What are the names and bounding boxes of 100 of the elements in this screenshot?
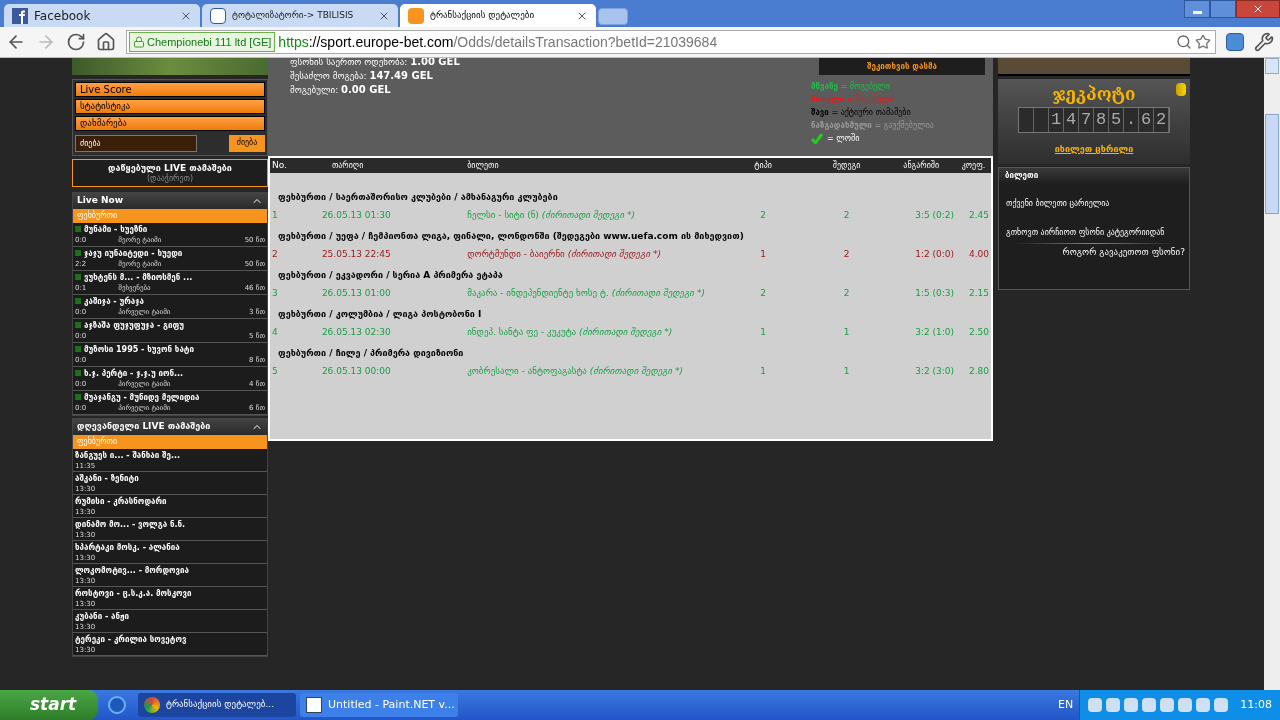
search-icon[interactable] — [1176, 34, 1192, 50]
app-icon — [144, 697, 160, 713]
match-name: კაშიჯა - ურაჯა — [84, 296, 144, 307]
tray-icon[interactable] — [1124, 698, 1139, 712]
match-name: აჯზაშა ფუჯუფუჯა - გიფუ — [84, 320, 185, 331]
table-cell-text: 25.05.13 22:45 — [320, 247, 392, 261]
address-bar[interactable]: Chempionebi 111 ltd [GE] https://sport.europe-bet.com/Odds/detailsTransaction?betId=21039684 — [126, 30, 1216, 54]
jackpot-amount: 14785.62 — [1019, 108, 1169, 132]
ask-question-button[interactable]: შეკითხვის დასმა — [819, 58, 985, 75]
browser-tab[interactable]: Facebook — [4, 4, 200, 27]
tab-title: ტოტალიზატორი-> TBILISIS — [232, 8, 355, 22]
match-name: ზანგუეს ი... - შანხაი შე... — [75, 449, 182, 461]
table-cell-text: 2.15 — [967, 286, 990, 300]
table-cell-text: 2 — [842, 286, 851, 300]
summary-line: ფსონის საერთო ოდენობა: 1.00 GEL — [290, 58, 460, 69]
match-name: მუაჯანგუ - მუნიდე მელიდია — [84, 392, 200, 403]
tab-title: ტრანსაქციის დეტალები — [430, 8, 536, 22]
view-table-link[interactable]: იხილეთ ცხრილი — [1054, 143, 1134, 157]
column-header: ტიპი — [719, 158, 807, 173]
coins-icon — [1176, 83, 1186, 96]
league-title: ფეხბურთი / ეკვადორი / სერია A პრიმერა ეტაპა — [277, 269, 504, 282]
language-indicator[interactable]: EN — [1058, 696, 1074, 714]
panel-title: Live Now — [77, 194, 123, 208]
site-icon — [408, 7, 424, 24]
table-cell-text: 3:5 (0:2) — [914, 208, 956, 222]
match-name: დინამო მო... - ვოლგა ნ.ნ. — [75, 518, 187, 530]
minimize-button[interactable] — [1184, 0, 1210, 18]
ticket-cell-text: დორტმუნდი - ბაიერნი (ძირითადი შედეგი *) — [466, 247, 662, 261]
match-name: რუმისი - კრასნოდარი — [75, 495, 168, 507]
summary-line: შესაძლო მოგება: 147.49 GEL — [290, 69, 434, 83]
ticket-cell-text: ჩელსი - სიტი (ნ) (ძირითადი შედეგი *) — [466, 208, 637, 222]
table-cell-text: 1 — [759, 247, 767, 261]
live-status-icon — [75, 250, 81, 256]
tray-icon[interactable] — [1106, 698, 1121, 712]
ticket-cell-text: მაკარა - ინდეპენდიენტე ხოსე ტ. (ძირითადი შედეგი *) — [466, 286, 706, 300]
url-text: https://sport.europe-bet.com/Odds/detailsTransaction?betId=21039684 — [278, 32, 718, 52]
table-cell-text: 2 — [842, 247, 851, 261]
security-badge[interactable]: Chempionebi 111 ltd [GE] — [129, 32, 276, 52]
match-name: მუნამი - ხუეზნი — [84, 224, 148, 235]
new-tab-button[interactable] — [598, 8, 628, 25]
menu-button[interactable]: დახმარება — [75, 116, 265, 131]
tray-icon[interactable] — [1160, 698, 1175, 712]
table-cell-text: 26.05.13 01:30 — [320, 208, 392, 222]
tray-icon[interactable] — [1088, 698, 1103, 712]
sport-header: ფეხბურთი — [73, 209, 267, 223]
started-live-panel[interactable]: დაწყებული LIVE თამაშები (დააჭირეთ) — [72, 159, 268, 187]
menu-button[interactable]: Live Score — [75, 82, 265, 97]
browser-tab[interactable]: ტრანსაქციის დეტალები — [400, 4, 596, 27]
sport-header: ფეხბურთი — [73, 435, 267, 449]
tray-icon[interactable] — [1196, 698, 1211, 712]
match-name: ვუხტენს მ... - მზიოსმენ ... — [84, 272, 193, 283]
how-to-bet-link[interactable]: როგორ გავაკეთოთ ფსონი? — [1062, 246, 1189, 260]
close-icon — [1252, 3, 1264, 15]
legend-item: შავი = აქტიური თამაშები — [811, 106, 912, 119]
table-cell-text: 1 — [842, 364, 851, 378]
table-cell-text: 1 — [759, 325, 767, 339]
tab-title: Facebook — [34, 7, 92, 25]
search-button[interactable]: ძიება — [229, 134, 265, 152]
match-name: ხპარტაკი მოსკ. - ალანია — [75, 541, 181, 553]
summary-line: მოგებული: 0.00 GEL — [290, 83, 392, 97]
table-cell-text: 1:2 (0:0) — [914, 247, 956, 261]
column-header: შედეგი — [806, 158, 887, 173]
scrollbar[interactable] — [1264, 58, 1280, 690]
table-cell-text: 2 — [271, 247, 279, 261]
column-header: თარიღი — [299, 158, 436, 173]
browser-tab[interactable]: ტოტალიზატორი-> TBILISIS — [202, 4, 398, 27]
ticket-cell-text: ინდეპ. სანტა ფე - კუკუტა (ძირითადი შედეგი *) — [466, 325, 674, 339]
match-name: კუბანი - ანჟი — [75, 610, 131, 622]
live-status-icon — [75, 370, 81, 376]
league-title: ფეხბურთი / ჩილე / პრიმერა დივიზიონი — [277, 347, 465, 360]
league-title: ფეხბურთი / საერთაშორისო კლუბები / ამხანაგური კლუბები — [270, 173, 991, 209]
table-cell-text: 2 — [842, 208, 851, 222]
tray-icon[interactable] — [1178, 698, 1193, 712]
close-window-button[interactable] — [1236, 0, 1280, 18]
column-header: ანგარიში — [886, 158, 957, 173]
live-status-icon — [75, 298, 81, 304]
tray-icon[interactable] — [1214, 698, 1229, 712]
started-live-title: დაწყებული LIVE თამაშები — [108, 163, 232, 173]
ticket-title: ბილეთი — [1005, 170, 1039, 182]
table-cell-text: 4.00 — [967, 247, 990, 261]
home-icon[interactable] — [96, 32, 116, 52]
table-cell-text: 2.80 — [967, 364, 990, 378]
wrench-icon[interactable] — [1254, 32, 1274, 52]
legend-item: მწვანე = მოგებული — [811, 80, 891, 93]
start-button[interactable]: start — [0, 690, 98, 720]
menu-button[interactable]: სტატისტიკა — [75, 99, 265, 114]
table-cell-text: 26.05.13 02:30 — [320, 325, 392, 339]
star-icon[interactable] — [1195, 34, 1211, 50]
search-field[interactable]: ძიება — [75, 134, 197, 152]
legend-item: წითელი = წაგებული — [811, 93, 895, 106]
live-status-icon — [75, 226, 81, 232]
reload-icon[interactable] — [66, 32, 86, 52]
table-cell-text: 26.05.13 00:00 — [320, 364, 392, 378]
taskbar-task[interactable]: ტრანსაქციის დეტალებ... — [138, 693, 296, 717]
league-title: ფეხბურთი / უეფა / ჩემპიონთა ლიგა, ფინალი, ლონდონში (შედეგები www.uefa.com ის მიხედვით) — [277, 230, 745, 243]
tray-icon[interactable] — [1142, 698, 1157, 712]
match-name: ჯაჯუ იუნაიტედი - ხუედი — [84, 248, 183, 259]
column-header: კოეფ. — [956, 158, 991, 173]
table-cell-text: 3:2 (1:0) — [914, 325, 956, 339]
taskbar-task[interactable]: Untitled - Paint.NET v... — [300, 693, 458, 717]
